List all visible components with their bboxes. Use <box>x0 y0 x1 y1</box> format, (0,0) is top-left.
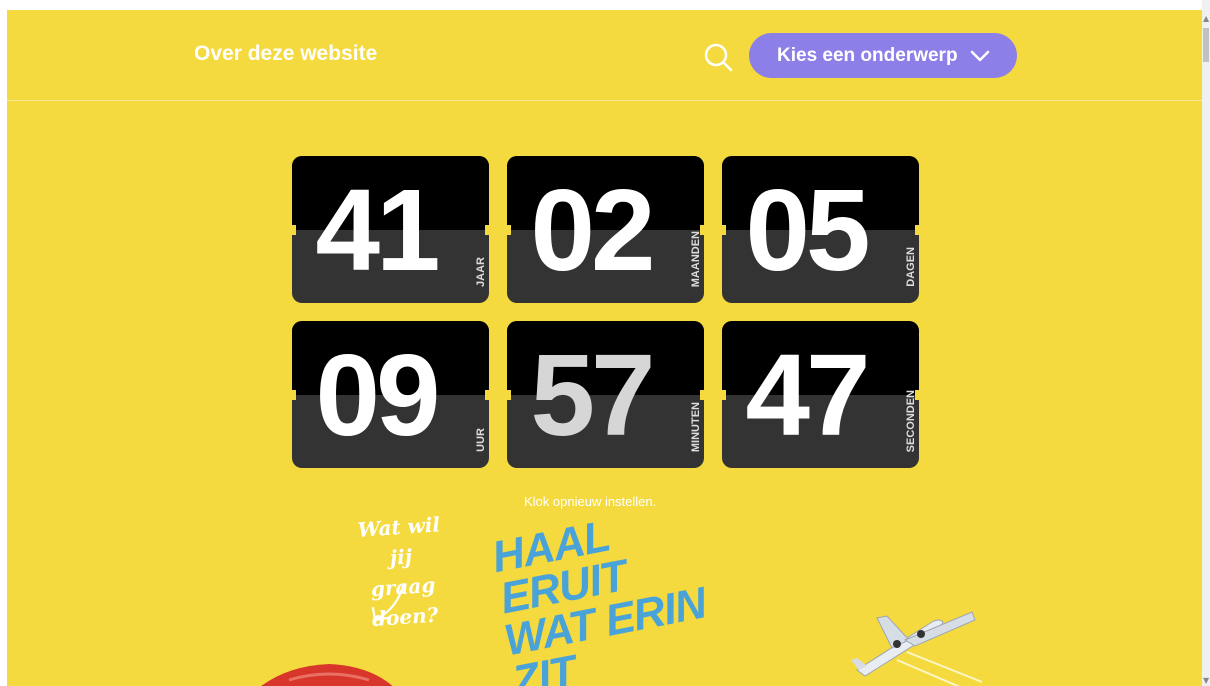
site-header: Over deze website Kies een onderwerp <box>7 10 1202 101</box>
choose-topic-button[interactable]: Kies een onderwerp <box>749 33 1017 78</box>
scrollbar[interactable]: ▲ ▼ <box>1202 0 1210 686</box>
handwritten-line-1: Wat wil jij <box>356 512 441 570</box>
fruit-image <box>261 664 393 686</box>
page: Over deze website Kies een onderwerp 41 … <box>7 10 1202 686</box>
about-site-link[interactable]: Over deze website <box>194 42 377 66</box>
search-icon[interactable] <box>703 42 733 72</box>
months-value: 02 <box>530 165 655 295</box>
hours-value: 09 <box>315 330 440 460</box>
slogan: HAAL ERUIT WAT ERIN ZIT <box>488 492 757 686</box>
hours-label: UUR <box>475 428 487 452</box>
countdown-card-minutes: 57 MINUTEN <box>507 321 704 468</box>
scrollbar-thumb[interactable] <box>1203 28 1209 62</box>
days-label: DAGEN <box>905 247 917 287</box>
years-value: 41 <box>315 165 440 295</box>
window-frame-top <box>0 0 1210 10</box>
countdown-card-months: 02 MAANDEN <box>507 156 704 303</box>
countdown-card-years: 41 JAAR <box>292 156 489 303</box>
minutes-label: MINUTEN <box>690 401 702 452</box>
countdown-card-seconds: 47 SECONDEN <box>722 321 919 468</box>
minutes-value: 57 <box>530 330 655 460</box>
chevron-down-icon <box>970 50 990 62</box>
scroll-up-icon[interactable]: ▲ <box>1203 14 1209 24</box>
days-value: 05 <box>745 165 870 295</box>
seconds-label: SECONDEN <box>905 389 917 452</box>
choose-topic-label: Kies een onderwerp <box>777 44 958 66</box>
years-label: JAAR <box>475 257 487 287</box>
window-frame-left <box>0 0 7 686</box>
curved-arrow-icon <box>371 584 405 622</box>
countdown-card-days: 05 DAGEN <box>722 156 919 303</box>
scroll-down-icon[interactable]: ▼ <box>1203 676 1209 686</box>
airplane-icon <box>851 611 983 686</box>
seconds-value: 47 <box>745 330 870 460</box>
reset-clock-link[interactable]: Klok opnieuw instellen. <box>524 494 656 509</box>
countdown-card-hours: 09 UUR <box>292 321 489 468</box>
months-label: MAANDEN <box>690 230 702 287</box>
